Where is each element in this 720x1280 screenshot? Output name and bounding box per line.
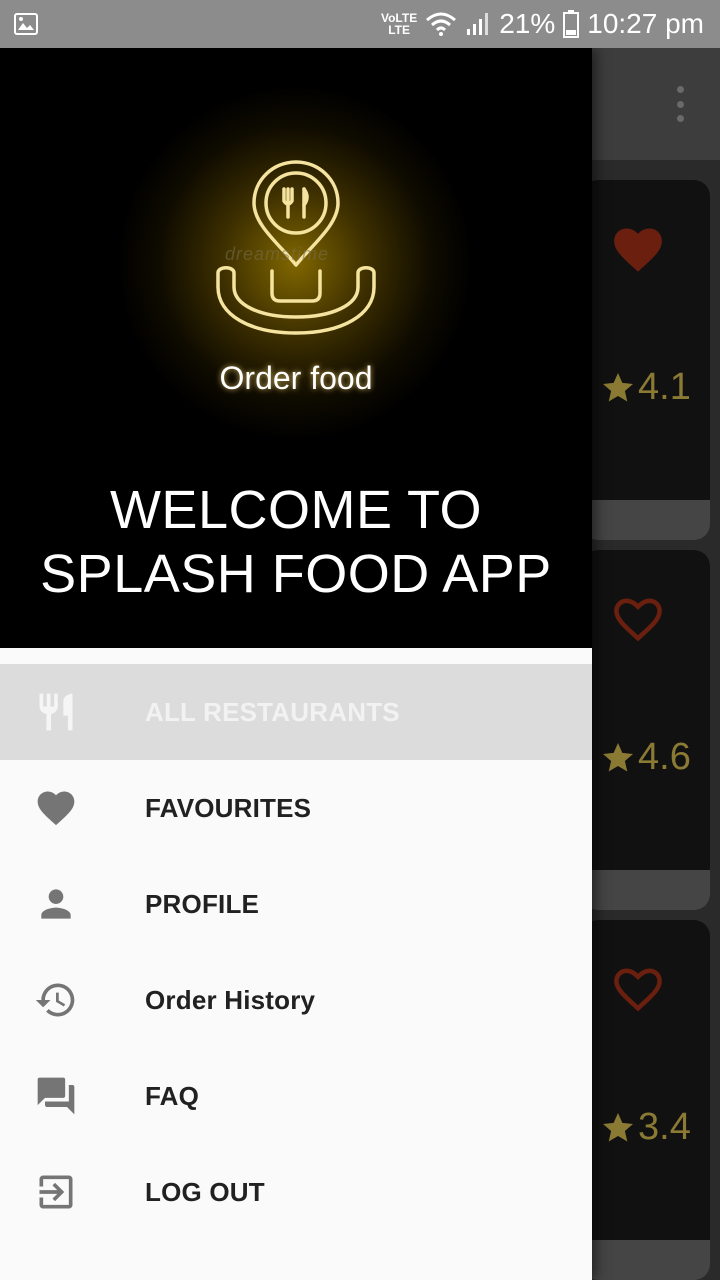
drawer-menu: ALL RESTAURANTS FAVOURITES PROFILE Order… bbox=[0, 664, 592, 1240]
wifi-icon bbox=[426, 12, 457, 36]
favourite-heart-icon[interactable] bbox=[610, 224, 666, 274]
menu-item-profile[interactable]: PROFILE bbox=[0, 856, 592, 952]
restaurant-icon bbox=[39, 693, 73, 731]
app-toolbar bbox=[592, 48, 720, 160]
gallery-notification-icon bbox=[14, 13, 38, 35]
menu-item-all-restaurants[interactable]: ALL RESTAURANTS bbox=[0, 664, 592, 760]
star-icon bbox=[603, 372, 633, 401]
person-icon bbox=[41, 889, 71, 919]
menu-item-faq[interactable]: FAQ bbox=[0, 1048, 592, 1144]
history-icon bbox=[35, 983, 75, 1017]
logo-caption: Order food bbox=[219, 360, 373, 396]
rating: 4.1 bbox=[600, 366, 691, 409]
welcome-line-1: WELCOME TO bbox=[109, 480, 483, 540]
menu-item-order-history[interactable]: Order History bbox=[0, 952, 592, 1048]
restaurant-card[interactable]: 4.1 bbox=[582, 180, 710, 540]
logout-icon bbox=[39, 1175, 73, 1209]
favourite-heart-outline-icon[interactable] bbox=[610, 964, 666, 1014]
rating: 4.6 bbox=[600, 736, 691, 779]
forum-icon bbox=[37, 1077, 75, 1115]
overflow-menu-icon[interactable] bbox=[674, 86, 686, 122]
status-bar: VoLTE LTE 21% 10:27 pm bbox=[0, 0, 720, 48]
heart-icon bbox=[37, 791, 75, 826]
volte-indicator: VoLTE LTE bbox=[380, 11, 418, 37]
star-icon bbox=[603, 1112, 633, 1141]
clock: 10:27 pm bbox=[587, 8, 704, 39]
menu-item-log-out[interactable]: LOG OUT bbox=[0, 1144, 592, 1240]
restaurant-card[interactable]: 4.6 bbox=[582, 550, 710, 910]
welcome-title: WELCOME TO SPLASH FOOD APP bbox=[0, 478, 592, 606]
rating: 3.4 bbox=[600, 1106, 691, 1149]
drawer-header: dreamstime Order food WELCOME TO SPLASH … bbox=[0, 48, 592, 648]
signal-icon bbox=[467, 13, 489, 35]
battery-icon bbox=[563, 10, 580, 38]
favourite-heart-outline-icon[interactable] bbox=[610, 594, 666, 644]
restaurant-list: 4.1 4.6 3.4 bbox=[582, 160, 720, 1280]
battery-percent: 21% bbox=[499, 8, 556, 39]
welcome-line-2: SPLASH FOOD APP bbox=[40, 544, 552, 604]
star-icon bbox=[603, 742, 633, 771]
restaurant-card[interactable]: 3.4 bbox=[582, 920, 710, 1280]
navigation-drawer: dreamstime Order food WELCOME TO SPLASH … bbox=[0, 48, 592, 1280]
watermark: dreamstime bbox=[225, 244, 330, 264]
menu-item-favourites[interactable]: FAVOURITES bbox=[0, 760, 592, 856]
